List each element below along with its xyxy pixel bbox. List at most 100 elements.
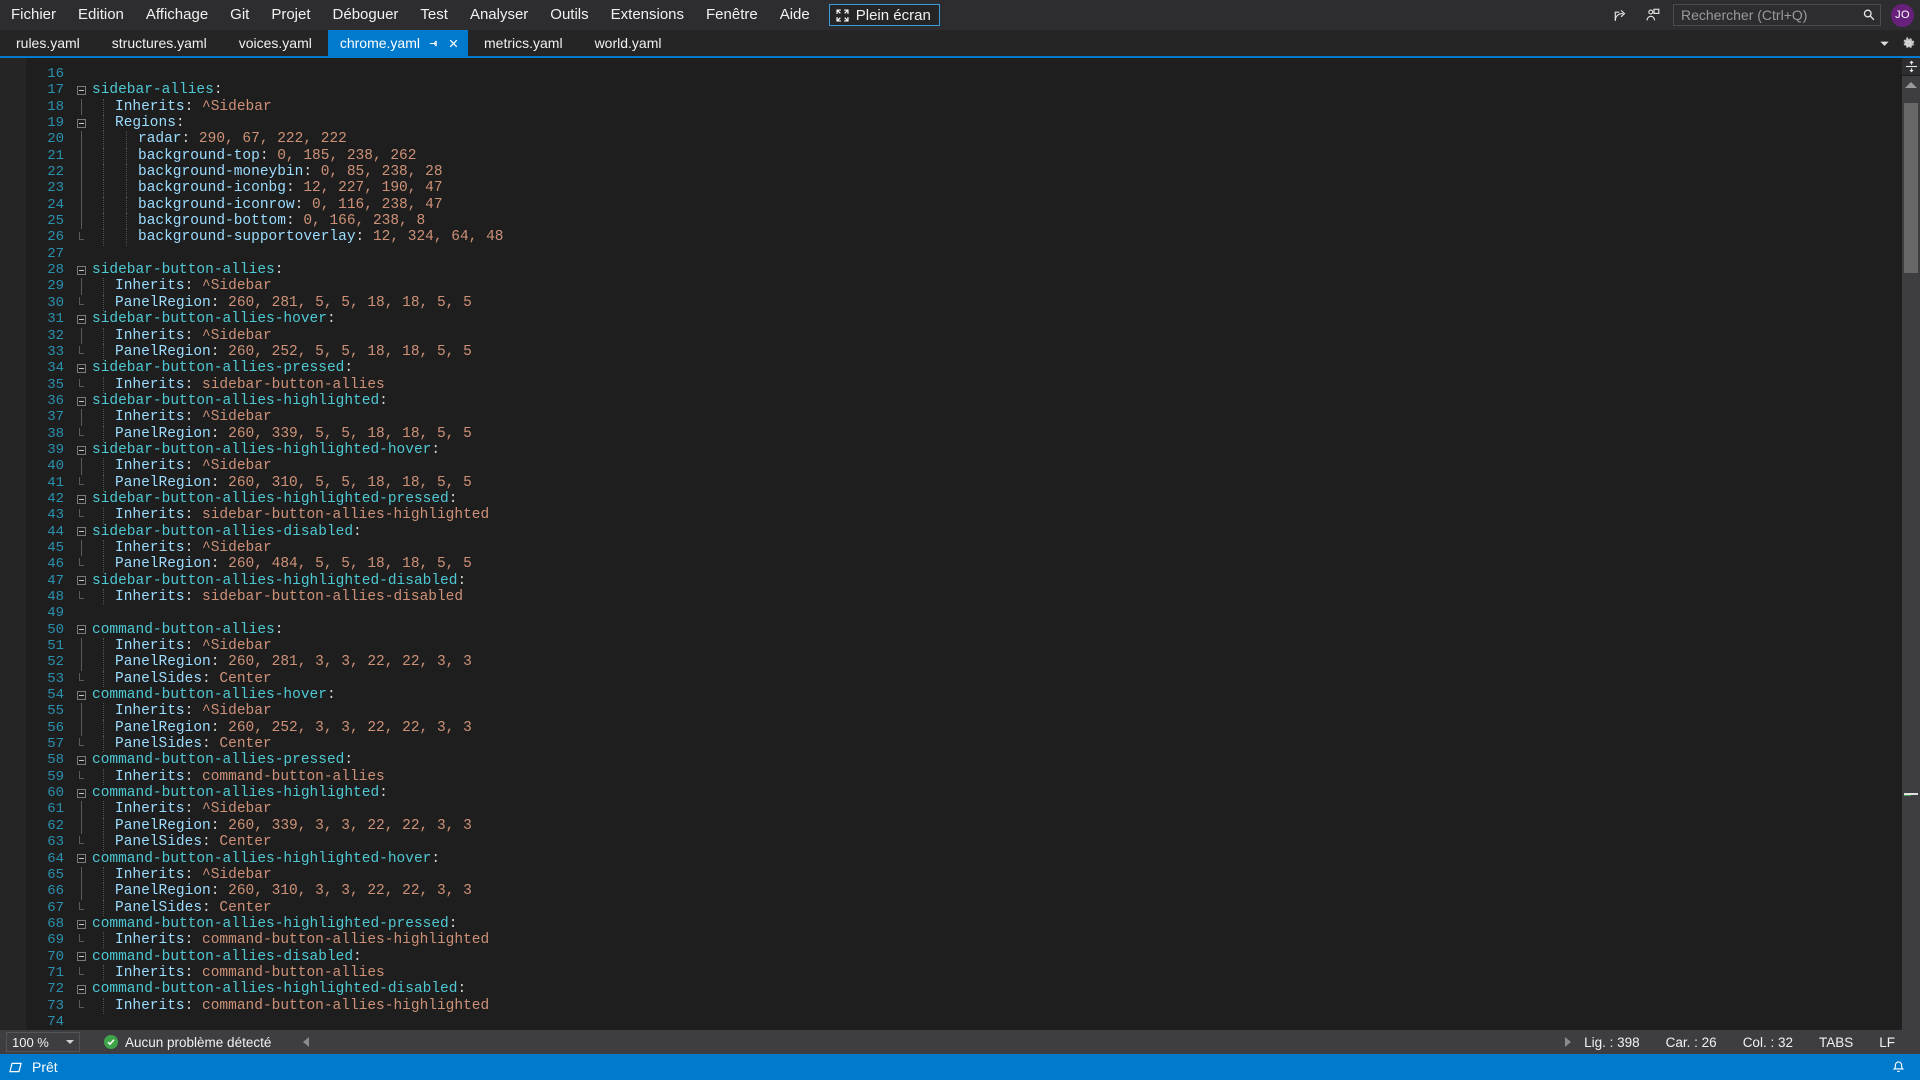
menu-item-fentre[interactable]: Fenêtre bbox=[695, 3, 769, 27]
code-line[interactable]: 67 PanelSides: Center bbox=[26, 899, 1902, 916]
menu-item-extensions[interactable]: Extensions bbox=[600, 3, 695, 27]
code-line[interactable]: 29 Inherits: ^Sidebar bbox=[26, 278, 1902, 295]
code-line[interactable]: 64 command-button-allies-highlighted-hove… bbox=[26, 851, 1902, 867]
share-icon[interactable] bbox=[1609, 4, 1631, 26]
code-line[interactable]: 61 Inherits: ^Sidebar bbox=[26, 801, 1902, 818]
fold-collapse-icon[interactable] bbox=[70, 527, 92, 537]
fold-collapse-icon[interactable] bbox=[70, 445, 92, 455]
live-share-icon[interactable] bbox=[1641, 4, 1663, 26]
menu-item-outils[interactable]: Outils bbox=[539, 3, 599, 27]
tab-rules-yaml[interactable]: rules.yaml bbox=[0, 30, 96, 56]
code-line[interactable]: 16 bbox=[26, 66, 1902, 82]
menu-item-aide[interactable]: Aide bbox=[769, 3, 821, 27]
code-line[interactable]: 60 command-button-allies-highlighted: bbox=[26, 785, 1902, 801]
menu-item-projet[interactable]: Projet bbox=[260, 3, 321, 27]
code-line[interactable]: 17 sidebar-allies: bbox=[26, 82, 1902, 98]
fold-collapse-icon[interactable] bbox=[70, 265, 92, 275]
problems-indicator[interactable]: Aucun problème détecté bbox=[104, 1035, 271, 1050]
code-line[interactable]: 32 Inherits: ^Sidebar bbox=[26, 327, 1902, 344]
code-line[interactable]: 23 background-iconbg: 12, 227, 190, 47 bbox=[26, 180, 1902, 197]
fullscreen-button[interactable]: Plein écran bbox=[828, 4, 940, 26]
code-line[interactable]: 58 command-button-allies-pressed: bbox=[26, 752, 1902, 768]
code-line[interactable]: 31 sidebar-button-allies-hover: bbox=[26, 311, 1902, 327]
close-icon[interactable] bbox=[446, 36, 460, 50]
code-editor-surface[interactable]: 16 17 sidebar-allies: 18 Inherits: ^Sidebar 1… bbox=[26, 58, 1902, 1030]
code-line[interactable]: 45 Inherits: ^Sidebar bbox=[26, 539, 1902, 557]
bell-icon[interactable] bbox=[1891, 1060, 1906, 1075]
fold-collapse-icon[interactable] bbox=[70, 952, 92, 962]
code-line[interactable]: 24 background-iconrow: 0, 116, 238, 47 bbox=[26, 196, 1902, 214]
chevron-down-icon[interactable] bbox=[1878, 37, 1891, 50]
fold-collapse-icon[interactable] bbox=[70, 86, 92, 96]
code-line[interactable]: 46 PanelRegion: 260, 484, 5, 5, 18, 18, 5… bbox=[26, 556, 1902, 573]
code-line[interactable]: 52 PanelRegion: 260, 281, 3, 3, 22, 22, 3… bbox=[26, 654, 1902, 671]
code-line[interactable]: 54 command-button-allies-hover: bbox=[26, 687, 1902, 703]
code-line[interactable]: 42 sidebar-button-allies-highlighted-pres… bbox=[26, 491, 1902, 507]
fold-collapse-icon[interactable] bbox=[70, 690, 92, 700]
code-line[interactable]: 47 sidebar-button-allies-highlighted-disa… bbox=[26, 573, 1902, 589]
code-line[interactable]: 40 Inherits: ^Sidebar bbox=[26, 458, 1902, 475]
menu-item-test[interactable]: Test bbox=[409, 3, 459, 27]
avatar[interactable]: JO bbox=[1891, 3, 1914, 27]
code-line[interactable]: 66 PanelRegion: 260, 310, 3, 3, 22, 22, 3… bbox=[26, 883, 1902, 900]
code-line[interactable]: 41 PanelRegion: 260, 310, 5, 5, 18, 18, 5… bbox=[26, 474, 1902, 491]
code-line[interactable]: 49 bbox=[26, 605, 1902, 621]
code-line[interactable]: 28 sidebar-button-allies: bbox=[26, 262, 1902, 278]
fold-collapse-icon[interactable] bbox=[70, 314, 92, 324]
indent-mode-indicator[interactable]: TABS bbox=[1806, 1035, 1866, 1050]
code-line[interactable]: 72 command-button-allies-highlighted-disa… bbox=[26, 981, 1902, 997]
zoom-level-dropdown[interactable]: 100 % bbox=[6, 1032, 80, 1052]
tab-chrome-yaml[interactable]: chrome.yaml bbox=[327, 30, 468, 56]
fold-collapse-icon[interactable] bbox=[70, 118, 92, 128]
char-indicator[interactable]: Car. : 26 bbox=[1653, 1035, 1730, 1050]
code-line[interactable]: 36 sidebar-button-allies-highlighted: bbox=[26, 393, 1902, 409]
tab-structures-yaml[interactable]: structures.yaml bbox=[96, 30, 223, 56]
code-line[interactable]: 48 Inherits: sidebar-button-allies-disabl… bbox=[26, 589, 1902, 606]
breakpoint-gutter[interactable] bbox=[0, 58, 26, 1030]
code-line[interactable]: 22 background-moneybin: 0, 85, 238, 28 bbox=[26, 164, 1902, 181]
tab-world-yaml[interactable]: world.yaml bbox=[579, 30, 678, 56]
scroll-left-arrow-icon[interactable] bbox=[303, 1037, 310, 1047]
code-line[interactable]: 70 command-button-allies-disabled: bbox=[26, 949, 1902, 965]
pin-icon[interactable] bbox=[426, 36, 440, 50]
column-indicator[interactable]: Col. : 32 bbox=[1730, 1035, 1806, 1050]
code-line[interactable]: 74 bbox=[26, 1014, 1902, 1030]
eol-mode-indicator[interactable]: LF bbox=[1866, 1035, 1908, 1050]
search-icon[interactable] bbox=[1862, 8, 1876, 22]
code-line[interactable]: 19 Regions: bbox=[26, 115, 1902, 132]
code-line[interactable]: 25 background-bottom: 0, 166, 238, 8 bbox=[26, 213, 1902, 230]
fold-collapse-icon[interactable] bbox=[70, 363, 92, 373]
code-line[interactable]: 27 bbox=[26, 246, 1902, 262]
code-line[interactable]: 50 command-button-allies: bbox=[26, 622, 1902, 638]
code-line[interactable]: 44 sidebar-button-allies-disabled: bbox=[26, 524, 1902, 540]
fold-collapse-icon[interactable] bbox=[70, 854, 92, 864]
code-line[interactable]: 35 Inherits: sidebar-button-allies bbox=[26, 376, 1902, 393]
split-view-icon[interactable] bbox=[1902, 58, 1920, 76]
code-line[interactable]: 69 Inherits: command-button-allies-highli… bbox=[26, 932, 1902, 949]
code-line[interactable]: 63 PanelSides: Center bbox=[26, 834, 1902, 851]
code-line[interactable]: 53 PanelSides: Center bbox=[26, 670, 1902, 688]
fold-collapse-icon[interactable] bbox=[70, 919, 92, 929]
code-line[interactable]: 38 PanelRegion: 260, 339, 5, 5, 18, 18, 5… bbox=[26, 425, 1902, 442]
code-line[interactable]: 43 Inherits: sidebar-button-allies-highli… bbox=[26, 507, 1902, 524]
code-line[interactable]: 71 Inherits: command-button-allies bbox=[26, 964, 1902, 982]
tab-metrics-yaml[interactable]: metrics.yaml bbox=[468, 30, 579, 56]
code-line[interactable]: 20 radar: 290, 67, 222, 222 bbox=[26, 131, 1902, 148]
scroll-up-arrow-icon[interactable] bbox=[1905, 82, 1917, 88]
code-line[interactable]: 73 Inherits: command-button-allies-highli… bbox=[26, 997, 1902, 1014]
code-line[interactable]: 51 Inherits: ^Sidebar bbox=[26, 638, 1902, 655]
code-line[interactable]: 26 background-supportoverlay: 12, 324, 64… bbox=[26, 229, 1902, 246]
fold-collapse-icon[interactable] bbox=[70, 576, 92, 586]
code-line[interactable]: 57 PanelSides: Center bbox=[26, 736, 1902, 753]
code-line[interactable]: 21 background-top: 0, 185, 238, 262 bbox=[26, 147, 1902, 165]
code-line[interactable]: 65 Inherits: ^Sidebar bbox=[26, 866, 1902, 884]
menu-item-analyser[interactable]: Analyser bbox=[459, 3, 539, 27]
line-indicator[interactable]: Lig. : 398 bbox=[1571, 1035, 1653, 1050]
fold-collapse-icon[interactable] bbox=[70, 494, 92, 504]
code-line[interactable]: 18 Inherits: ^Sidebar bbox=[26, 98, 1902, 116]
menu-item-git[interactable]: Git bbox=[219, 3, 260, 27]
scrollbar-thumb[interactable] bbox=[1904, 103, 1918, 273]
fold-collapse-icon[interactable] bbox=[70, 788, 92, 798]
menu-item-edition[interactable]: Edition bbox=[67, 3, 135, 27]
menu-item-fichier[interactable]: Fichier bbox=[0, 3, 67, 27]
